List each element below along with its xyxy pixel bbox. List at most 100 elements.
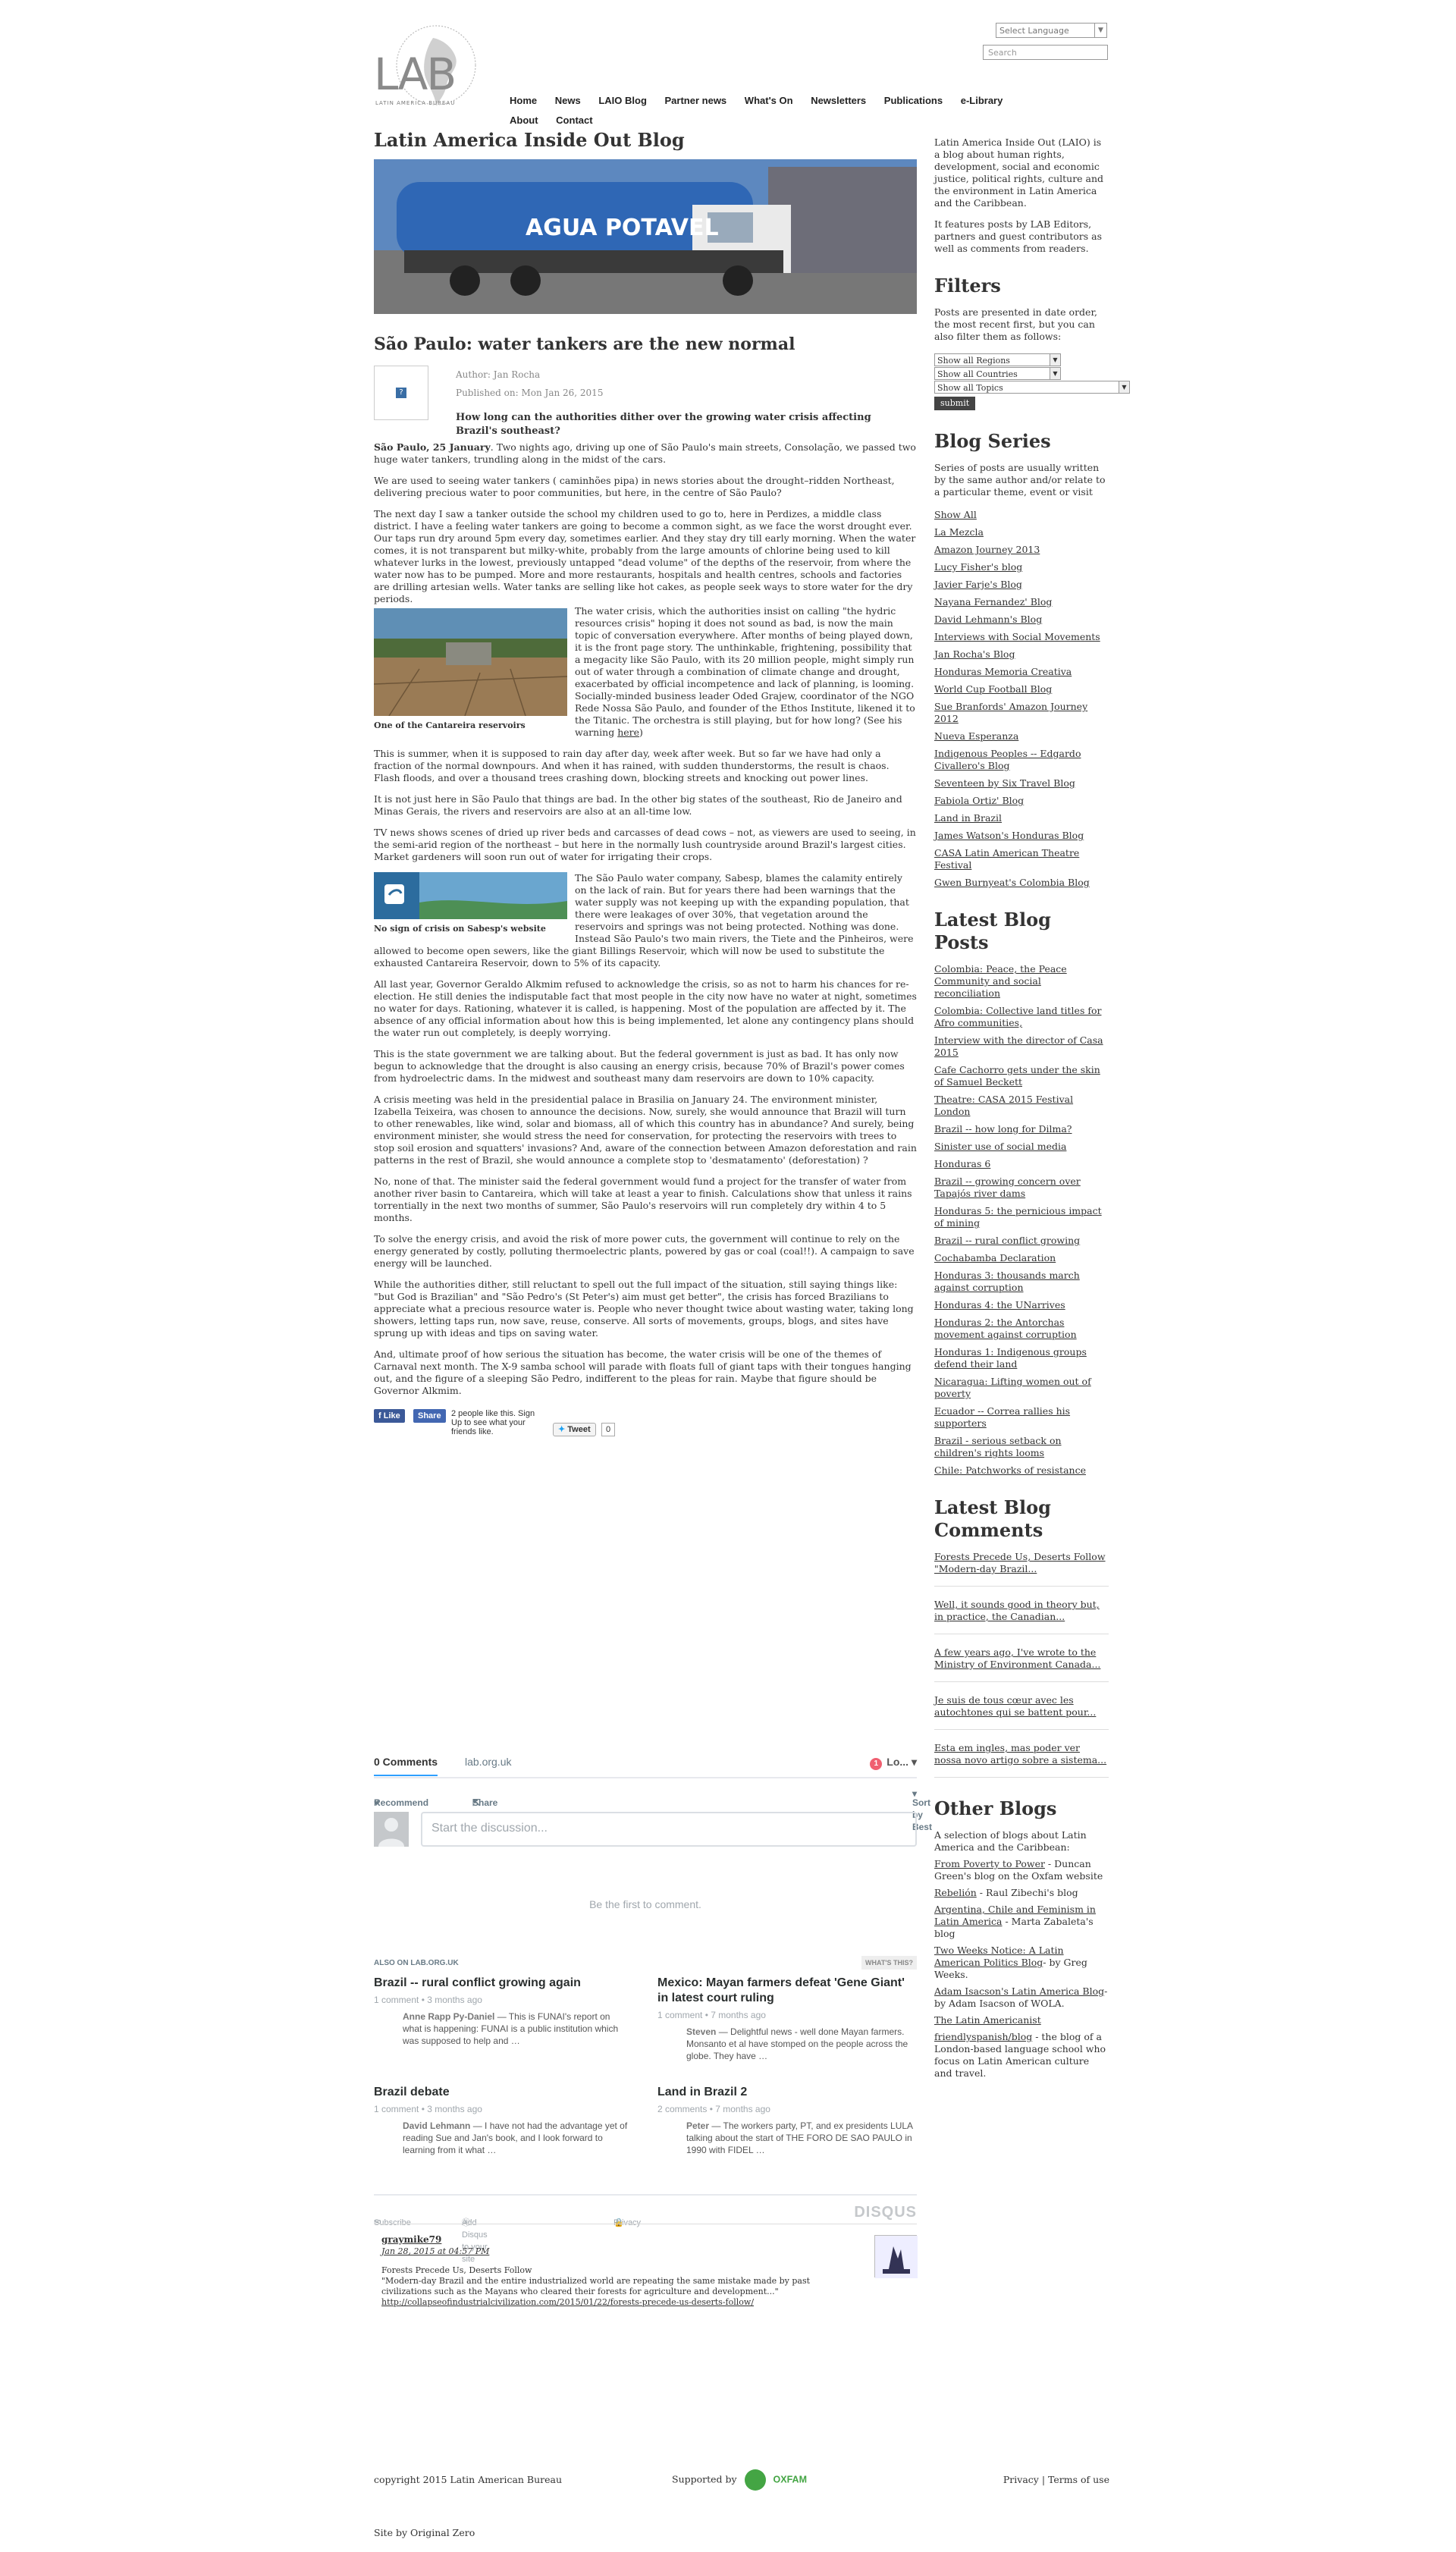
nav-contact[interactable]: Contact xyxy=(556,111,592,130)
series-link[interactable]: David Lehmann's Blog xyxy=(934,614,1109,626)
latest-post-link[interactable]: Cochabamba Declaration xyxy=(934,1252,1109,1264)
latest-post-link[interactable]: Sinister use of social media xyxy=(934,1141,1109,1153)
other-blogs-text: A selection of blogs about Latin America… xyxy=(934,1829,1087,1853)
series-link[interactable]: Gwen Burnyeat's Colombia Blog xyxy=(934,877,1109,889)
latest-post-link[interactable]: Cafe Cachorro gets under the skin of Sam… xyxy=(934,1064,1109,1088)
latest-post-link[interactable]: Brazil -- growing concern over Tapajós r… xyxy=(934,1176,1109,1200)
comment-date[interactable]: Jan 28, 2015 at 04:57 PM xyxy=(381,2246,917,2258)
other-blogs-heading: Other Blogs xyxy=(934,1797,1057,1819)
related-discussion[interactable]: Mexico: Mayan farmers defeat 'Gene Giant… xyxy=(657,1976,915,2062)
comment-input[interactable]: Start the discussion... xyxy=(421,1812,917,1847)
latest-post-link[interactable]: Colombia: Collective land titles for Afr… xyxy=(934,1005,1109,1029)
tweet-button[interactable]: ✦ Tweet xyxy=(553,1423,596,1436)
comment-link[interactable]: Esta em ingles, mas poder ver nossa novo… xyxy=(934,1742,1109,1766)
disqus-logo[interactable]: DISQUS xyxy=(854,2205,917,2220)
language-select[interactable]: Select Language ▼ xyxy=(996,23,1107,38)
latest-post-link[interactable]: Ecuador -- Correa rallies his supporters xyxy=(934,1405,1109,1430)
latest-post-link[interactable]: Honduras 5: the pernicious impact of min… xyxy=(934,1205,1109,1229)
comment-link[interactable]: Forests Precede Us, Deserts Follow xyxy=(934,1551,1109,1563)
topics-select[interactable]: Show all Topics ▼ xyxy=(934,381,1130,394)
series-link[interactable]: Honduras Memoria Creativa xyxy=(934,666,1109,678)
chevron-down-icon: ▼ xyxy=(1050,354,1060,366)
series-link[interactable]: Seventeen by Six Travel Blog xyxy=(934,777,1109,789)
lab-logo[interactable]: LAB LATIN AMERICA BUREAU xyxy=(374,21,495,112)
copyright: copyright 2015 Latin American Bureau xyxy=(374,2474,563,2485)
latest-post-link[interactable]: Brazil - serious setback on children's r… xyxy=(934,1435,1109,1459)
series-link[interactable]: Interviews with Social Movements xyxy=(934,631,1109,643)
latest-post-link[interactable]: Nicaragua: Lifting women out of poverty xyxy=(934,1376,1109,1400)
tab-community[interactable]: lab.org.uk xyxy=(465,1756,511,1768)
nav-e-library[interactable]: e-Library xyxy=(961,91,1003,111)
series-link[interactable]: Indigenous Peoples -- Edgardo Civallero'… xyxy=(934,748,1109,772)
latest-post-link[interactable]: Honduras 4: the UNarrives xyxy=(934,1299,1109,1311)
comment-link[interactable]: http://collapseofindustrialcivilization.… xyxy=(381,2297,754,2307)
terms-link[interactable]: Terms of use xyxy=(1048,2474,1109,2485)
here-link[interactable]: here xyxy=(617,727,639,738)
series-link[interactable]: Nueva Esperanza xyxy=(934,730,1109,742)
latest-post-link[interactable]: Honduras 3: thousands march against corr… xyxy=(934,1270,1109,1294)
comment-author[interactable]: graymike79 xyxy=(381,2233,917,2246)
nav-partner-news[interactable]: Partner news xyxy=(665,91,727,111)
tab-comments[interactable]: 0 Comments xyxy=(374,1756,438,1776)
series-link[interactable]: Fabiola Ortiz' Blog xyxy=(934,795,1109,807)
other-blog-link[interactable]: friendlyspanish/blog xyxy=(934,2031,1032,2042)
nav-about[interactable]: About xyxy=(510,111,538,130)
login-menu[interactable]: 1 Lo... ▾ xyxy=(870,1756,917,1770)
latest-post-link[interactable]: Colombia: Peace, the Peace Community and… xyxy=(934,963,1109,1000)
other-blog-link[interactable]: From Poverty to Power xyxy=(934,1858,1045,1869)
nav-laio-blog[interactable]: LAIO Blog xyxy=(598,91,647,111)
comment-excerpt-link[interactable]: "Modern-day Brazil... xyxy=(934,1563,1109,1575)
series-link[interactable]: Land in Brazil xyxy=(934,812,1109,824)
site-credit[interactable]: Site by Original Zero xyxy=(374,2527,475,2539)
sort-dropdown[interactable]: Sort by Best ▾ xyxy=(912,1788,932,1832)
series-link[interactable]: Javier Farje's Blog xyxy=(934,579,1109,591)
paragraph: The next day I saw a tanker outside the … xyxy=(374,508,916,604)
nav-newsletters[interactable]: Newsletters xyxy=(811,91,866,111)
supported-by: Supported by OXFAM xyxy=(672,2469,807,2491)
latest-post-link[interactable]: Chile: Patchworks of resistance xyxy=(934,1464,1109,1477)
series-link[interactable]: World Cup Football Blog xyxy=(934,683,1109,695)
series-link[interactable]: La Mezcla xyxy=(934,526,1109,538)
privacy-link[interactable]: Privacy xyxy=(1003,2474,1039,2485)
whats-this-link[interactable]: WHAT'S THIS? xyxy=(861,1956,917,1970)
latest-post-link[interactable]: Brazil -- how long for Dilma? xyxy=(934,1123,1109,1135)
series-link[interactable]: Amazon Journey 2013 xyxy=(934,544,1109,556)
series-link[interactable]: Show All xyxy=(934,509,1109,521)
countries-select[interactable]: Show all Countries ▼ xyxy=(934,367,1061,380)
nav-whats-on[interactable]: What's On xyxy=(745,91,793,111)
oxfam-logo-icon[interactable] xyxy=(744,2469,766,2491)
series-link[interactable]: Nayana Fernandez' Blog xyxy=(934,596,1109,608)
latest-post-link[interactable]: Interview with the director of Casa 2015 xyxy=(934,1034,1109,1059)
comment-link[interactable]: Je suis de tous cœur avec les autochtone… xyxy=(934,1694,1109,1719)
facebook-like-button[interactable]: f Like xyxy=(374,1409,405,1423)
main-nav: Home News LAIO Blog Partner news What's … xyxy=(510,91,1040,130)
other-blog-link[interactable]: Rebelión xyxy=(934,1887,977,1898)
latest-post-link[interactable]: Theatre: CASA 2015 Festival London xyxy=(934,1094,1109,1118)
related-discussion[interactable]: Land in Brazil 2 2 comments • 7 months a… xyxy=(657,2085,915,2156)
other-blog-link[interactable]: Adam Isacson's Latin America Blog xyxy=(934,1985,1104,1997)
series-link[interactable]: James Watson's Honduras Blog xyxy=(934,830,1109,842)
comment-link[interactable]: A few years ago, I've wrote to the Minis… xyxy=(934,1646,1109,1671)
comment-link[interactable]: Well, it sounds good in theory but, in p… xyxy=(934,1599,1109,1623)
latest-post-link[interactable]: Brazil -- rural conflict growing xyxy=(934,1235,1109,1247)
series-link[interactable]: CASA Latin American Theatre Festival xyxy=(934,847,1109,871)
search-input[interactable]: Search xyxy=(983,45,1108,60)
nav-news[interactable]: News xyxy=(555,91,581,111)
filter-submit-button[interactable]: submit xyxy=(934,397,976,410)
related-discussion[interactable]: Brazil -- rural conflict growing again 1… xyxy=(374,1976,632,2047)
nav-home[interactable]: Home xyxy=(510,91,537,111)
latest-post-link[interactable]: Honduras 2: the Antorchas movement again… xyxy=(934,1317,1109,1341)
sidebar-intro: Latin America Inside Out (LAIO) is a blo… xyxy=(934,137,1104,209)
facebook-share-button[interactable]: Share xyxy=(413,1409,446,1423)
latest-comment-item: Je suis de tous cœur avec les autochtone… xyxy=(934,1694,1109,1730)
other-blog-link[interactable]: The Latin Americanist xyxy=(934,2014,1041,2026)
regions-select[interactable]: Show all Regions ▼ xyxy=(934,353,1061,366)
series-link[interactable]: Lucy Fisher's blog xyxy=(934,561,1109,573)
nav-publications[interactable]: Publications xyxy=(884,91,943,111)
series-link[interactable]: Sue Branfords' Amazon Journey 2012 xyxy=(934,701,1109,725)
post-date: Published on: Mon Jan 26, 2015 xyxy=(456,388,604,398)
series-link[interactable]: Jan Rocha's Blog xyxy=(934,648,1109,661)
latest-post-link[interactable]: Honduras 1: Indigenous groups defend the… xyxy=(934,1346,1109,1370)
latest-post-link[interactable]: Honduras 6 xyxy=(934,1158,1109,1170)
related-discussion[interactable]: Brazil debate 1 comment • 3 months ago D… xyxy=(374,2085,632,2156)
